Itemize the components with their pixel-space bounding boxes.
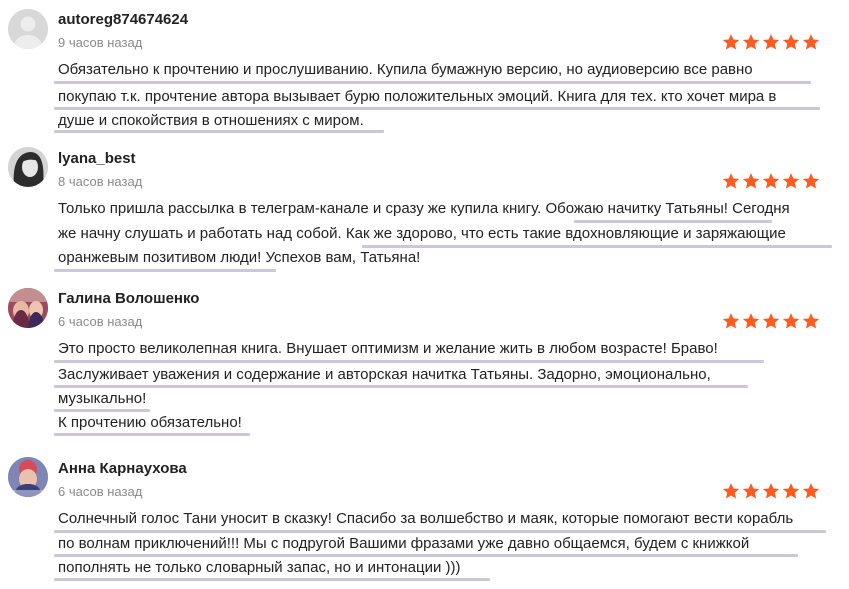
rating-stars (722, 482, 820, 500)
review-text-line: по волнам приключений!!! Мы с подругой В… (58, 535, 750, 552)
star-icon (722, 483, 740, 499)
text-highlight (54, 578, 490, 581)
avatar[interactable] (8, 457, 48, 497)
review-time: 6 часов назад (58, 484, 143, 499)
review-username[interactable]: Анна Карнаухова (58, 460, 187, 477)
text-highlight (54, 554, 798, 557)
review-item: Анна Карнаухова 6 часов назад Солнечный … (0, 0, 849, 589)
user-photo-icon (8, 457, 48, 497)
star-icon (742, 483, 760, 499)
star-icon (802, 483, 820, 499)
review-text-line: пополнять не только словарный запас, но … (58, 559, 461, 576)
star-icon (762, 483, 780, 499)
star-icon (782, 483, 800, 499)
review-text-line: Солнечный голос Тани уносит в сказку! Сп… (58, 510, 794, 527)
text-highlight (54, 530, 826, 533)
